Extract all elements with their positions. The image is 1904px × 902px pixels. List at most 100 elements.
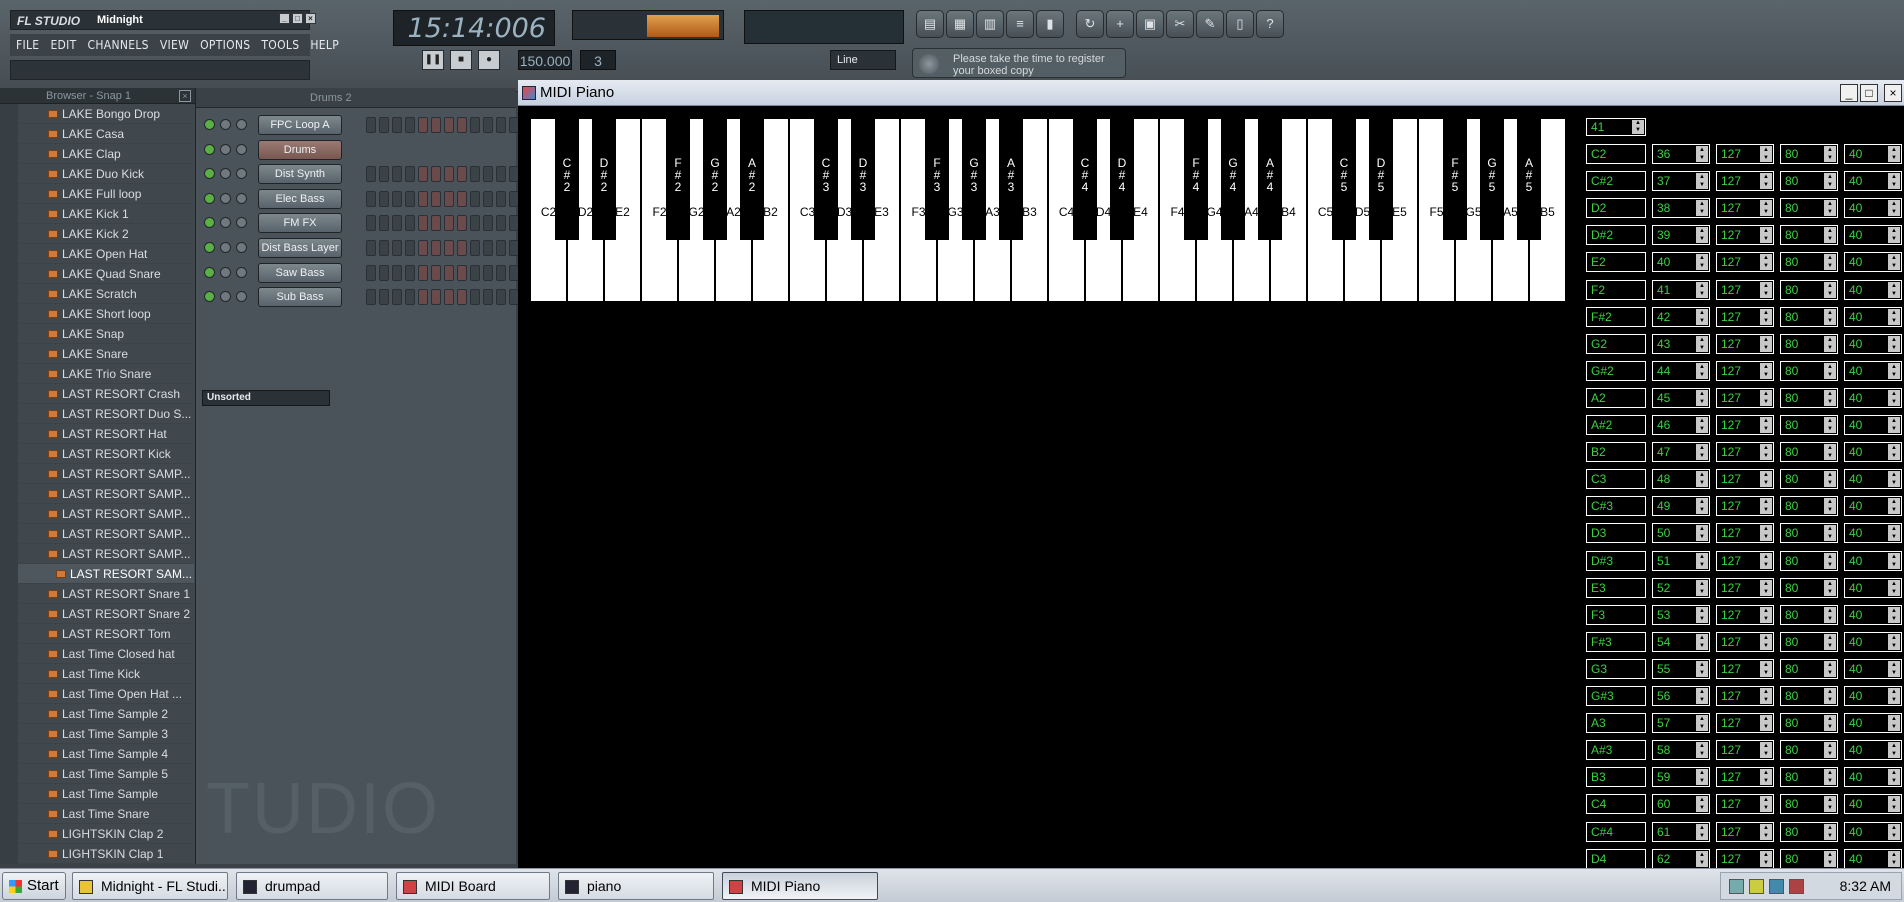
step-button[interactable] (431, 117, 441, 133)
save-icon[interactable]: ▣ (1136, 10, 1164, 38)
menu-item-file[interactable]: FILE (16, 38, 39, 52)
step-button[interactable] (483, 190, 493, 207)
spinner-arrows-icon[interactable]: ▲ ▼ (1696, 850, 1708, 867)
step-button[interactable] (431, 166, 441, 183)
browser-item[interactable]: LAST RESORT Snare 1 (18, 584, 194, 604)
spinner-arrows-icon[interactable]: ▲ ▼ (1696, 633, 1708, 650)
note-field[interactable]: D#2 (1586, 225, 1646, 246)
black-key[interactable]: F # 3 (925, 118, 949, 240)
value-spinner[interactable]: 127 ▲ ▼ (1716, 198, 1774, 219)
spinner-arrows-icon[interactable]: ▲ ▼ (1888, 389, 1900, 406)
note-field[interactable]: A#3 (1586, 740, 1646, 761)
taskbar-item[interactable]: drumpad (236, 872, 388, 900)
value-spinner[interactable]: 127 ▲ ▼ (1716, 144, 1774, 164)
step-button[interactable] (483, 166, 493, 183)
value-spinner[interactable]: 127 ▲ ▼ (1716, 387, 1774, 408)
browser-item[interactable]: LAST RESORT SAMP... (18, 504, 194, 524)
value-spinner[interactable]: 127 ▲ ▼ (1716, 252, 1774, 273)
step-button[interactable] (379, 166, 389, 183)
value-spinner[interactable]: 40 ▲ ▼ (1844, 686, 1902, 706)
channel-led-icon[interactable] (204, 168, 215, 180)
channel-button[interactable]: FM FX (258, 213, 342, 234)
snap-select[interactable]: Line (830, 50, 896, 70)
spinner-arrows-icon[interactable]: ▲ ▼ (1824, 850, 1836, 867)
spinner-arrows-icon[interactable]: ▲ ▼ (1888, 498, 1900, 515)
value-spinner[interactable]: 44 ▲ ▼ (1652, 360, 1710, 381)
black-key[interactable]: F # 4 (1184, 118, 1208, 240)
value-spinner[interactable]: 80 ▲ ▼ (1780, 198, 1838, 219)
spinner-arrows-icon[interactable]: ▲ ▼ (1760, 254, 1772, 271)
browser-item[interactable]: LAST RESORT Snare 2 (18, 604, 194, 624)
value-spinner[interactable]: 80 ▲ ▼ (1780, 658, 1838, 679)
close-icon[interactable]: × (1884, 84, 1902, 102)
spinner-arrows-icon[interactable]: ▲ ▼ (1760, 606, 1772, 623)
value-spinner[interactable]: 40 ▲ ▼ (1844, 171, 1902, 192)
note-field[interactable]: C2 (1586, 144, 1646, 164)
value-spinner[interactable]: 40 ▲ ▼ (1844, 550, 1902, 571)
value-spinner[interactable]: 127 ▲ ▼ (1716, 360, 1774, 381)
spinner-arrows-icon[interactable]: ▲ ▼ (1824, 660, 1836, 677)
value-spinner[interactable]: 80 ▲ ▼ (1780, 740, 1838, 761)
wrench-icon[interactable]: ✎ (1196, 10, 1224, 38)
value-spinner[interactable]: 80 ▲ ▼ (1780, 604, 1838, 625)
spinner-arrows-icon[interactable]: ▲ ▼ (1888, 552, 1900, 569)
channel-led-icon[interactable] (236, 119, 247, 130)
step-sequencer-icon[interactable]: ▦ (946, 10, 974, 38)
channel-led-icon[interactable] (220, 192, 231, 204)
value-spinner[interactable]: 40 ▲ ▼ (1844, 523, 1902, 544)
value-spinner[interactable]: 127 ▲ ▼ (1716, 631, 1774, 652)
value-spinner[interactable]: 40 ▲ ▼ (1844, 306, 1902, 327)
value-spinner[interactable]: 80 ▲ ▼ (1780, 794, 1838, 815)
value-spinner[interactable]: 127 ▲ ▼ (1716, 848, 1774, 869)
note-field[interactable]: D3 (1586, 523, 1646, 544)
value-spinner[interactable]: 49 ▲ ▼ (1652, 496, 1710, 517)
step-button[interactable] (405, 166, 415, 183)
spinner-arrows-icon[interactable]: ▲ ▼ (1824, 606, 1836, 623)
spinner-arrows-icon[interactable]: ▲ ▼ (1888, 660, 1900, 677)
browser-item[interactable]: LAST RESORT Tom (18, 624, 194, 644)
spinner-arrows-icon[interactable]: ▲ ▼ (1888, 850, 1900, 867)
step-button[interactable] (496, 264, 506, 281)
mixer-icon[interactable]: ▮ (1036, 10, 1064, 38)
step-button[interactable] (392, 215, 402, 232)
black-key[interactable]: F # 5 (1443, 118, 1467, 240)
value-spinner[interactable]: 41 ▲ ▼ (1652, 279, 1710, 300)
note-field[interactable]: B2 (1586, 442, 1646, 463)
help-icon[interactable]: ? (1256, 10, 1284, 38)
spinner-arrows-icon[interactable]: ▲ ▼ (1888, 254, 1900, 271)
step-button[interactable] (418, 117, 428, 133)
browser-item[interactable]: LAST RESORT SAM... (18, 564, 194, 584)
cut-icon[interactable]: ✂ (1166, 10, 1194, 38)
value-spinner[interactable]: 46 ▲ ▼ (1652, 415, 1710, 435)
channel-led-icon[interactable] (220, 266, 231, 278)
value-spinner[interactable]: 40 ▲ ▼ (1844, 144, 1902, 164)
value-spinner[interactable]: 80 ▲ ▼ (1780, 550, 1838, 571)
step-button[interactable] (366, 166, 376, 183)
spinner-arrows-icon[interactable]: ▲ ▼ (1824, 389, 1836, 406)
piano-roll-icon[interactable]: ▥ (976, 10, 1004, 38)
step-button[interactable] (379, 215, 389, 232)
value-spinner[interactable]: 80 ▲ ▼ (1780, 848, 1838, 869)
note-field[interactable]: C#4 (1586, 821, 1646, 842)
browser-item[interactable]: LAKE Snap (18, 324, 194, 344)
value-spinner[interactable]: 40 ▲ ▼ (1844, 577, 1902, 598)
step-button[interactable] (418, 215, 428, 232)
note-field[interactable]: F2 (1586, 279, 1646, 300)
spinner-arrows-icon[interactable]: ▲ ▼ (1888, 769, 1900, 786)
spinner-arrows-icon[interactable]: ▲ ▼ (1696, 769, 1708, 786)
value-spinner[interactable]: 62 ▲ ▼ (1652, 848, 1710, 869)
note-field[interactable]: E2 (1586, 252, 1646, 273)
step-button[interactable] (418, 289, 428, 306)
spinner-arrows-icon[interactable]: ▲ ▼ (1888, 742, 1900, 759)
black-key[interactable]: G # 3 (962, 118, 986, 240)
spinner-arrows-icon[interactable]: ▲ ▼ (1696, 362, 1708, 379)
step-button[interactable] (496, 215, 506, 232)
value-spinner[interactable]: 40 ▲ ▼ (1844, 794, 1902, 815)
spinner-arrows-icon[interactable]: ▲ ▼ (1824, 742, 1836, 759)
tray-app-icon[interactable] (1769, 879, 1784, 894)
value-spinner[interactable]: 80 ▲ ▼ (1780, 631, 1838, 652)
value-spinner[interactable]: 80 ▲ ▼ (1780, 252, 1838, 273)
black-key[interactable]: F # 2 (666, 118, 690, 240)
step-button[interactable] (483, 240, 493, 256)
value-spinner[interactable]: 127 ▲ ▼ (1716, 225, 1774, 246)
